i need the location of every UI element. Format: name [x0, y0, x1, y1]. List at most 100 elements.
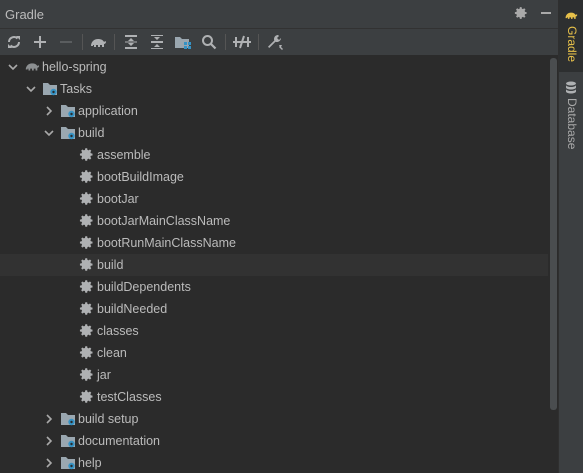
- task-row[interactable]: bootJarMainClassName: [0, 210, 548, 232]
- gear-icon: [79, 367, 95, 383]
- plus-icon: [34, 36, 46, 48]
- gear-icon: [79, 213, 95, 229]
- task-group-row[interactable]: documentation: [0, 430, 548, 452]
- tree-item-label: bootBuildImage: [97, 170, 184, 184]
- add-project-button[interactable]: [31, 33, 49, 51]
- gear-icon: [79, 301, 95, 317]
- gradle-tool-window: Gradle hello-spring Tasks application bu…: [0, 0, 558, 473]
- chevron-down-icon[interactable]: [43, 127, 55, 139]
- task-group-row[interactable]: application: [0, 100, 548, 122]
- tree-item-label: help: [78, 456, 102, 470]
- toolbar-separator: [114, 34, 115, 50]
- vertical-scrollbar-thumb[interactable]: [550, 58, 557, 410]
- tree-item-label: build: [97, 258, 124, 272]
- group-modules-button[interactable]: [174, 33, 192, 51]
- offline-icon: [233, 35, 251, 49]
- task-group-row[interactable]: Tasks: [0, 78, 548, 100]
- folder-icon: [60, 125, 76, 141]
- search-icon: [202, 35, 217, 50]
- elephant-icon: [565, 12, 578, 19]
- toolbar-separator: [225, 34, 226, 50]
- task-row[interactable]: testClasses: [0, 386, 548, 408]
- tree-item-label: bootJar: [97, 192, 139, 206]
- refresh-icon: [8, 36, 20, 48]
- tool-window-header: Gradle: [0, 0, 558, 29]
- tree-item-label: build setup: [78, 412, 139, 426]
- remove-project-button[interactable]: [57, 33, 75, 51]
- task-row[interactable]: jar: [0, 364, 548, 386]
- chevron-right-icon[interactable]: [43, 457, 55, 469]
- gear-icon: [79, 345, 95, 361]
- folder-icon: [60, 411, 76, 427]
- wrench-icon: [268, 35, 283, 50]
- database-icon: [566, 81, 576, 94]
- tree-item-label: application: [78, 104, 138, 118]
- toolbar-separator: [82, 34, 83, 50]
- task-row[interactable]: build: [0, 254, 548, 276]
- gear-icon: [79, 169, 95, 185]
- elephant-icon: [24, 59, 40, 75]
- folder-icon: [60, 455, 76, 471]
- tree-item-label: buildDependents: [97, 280, 191, 294]
- tree-item-label: hello-spring: [42, 60, 107, 74]
- side-tab-label: Database: [565, 98, 579, 150]
- reload-all-button[interactable]: [5, 33, 23, 51]
- tree-item-label: build: [78, 126, 105, 140]
- project-row[interactable]: hello-spring: [0, 56, 548, 78]
- minimize-icon[interactable]: [538, 6, 554, 22]
- task-row[interactable]: bootRunMainClassName: [0, 232, 548, 254]
- elephant-icon: [91, 39, 106, 47]
- gear-icon: [79, 191, 95, 207]
- task-row[interactable]: buildNeeded: [0, 298, 548, 320]
- tree-item-label: bootRunMainClassName: [97, 236, 236, 250]
- gear-icon: [79, 279, 95, 295]
- gear-icon: [79, 389, 95, 405]
- expand-all-icon: [125, 35, 137, 49]
- task-group-row[interactable]: build: [0, 122, 548, 144]
- folder-icon: [42, 81, 58, 97]
- chevron-down-icon[interactable]: [7, 61, 19, 73]
- collapse-all-icon: [151, 35, 163, 49]
- side-tab-gradle[interactable]: Gradle: [559, 0, 583, 72]
- build-tool-settings-button[interactable]: [266, 33, 284, 51]
- tree-item-label: bootJarMainClassName: [97, 214, 231, 228]
- task-row[interactable]: bootBuildImage: [0, 166, 548, 188]
- gear-icon: [79, 235, 95, 251]
- tool-window-title: Gradle: [5, 7, 45, 22]
- chevron-right-icon[interactable]: [43, 105, 55, 117]
- gear-icon[interactable]: [513, 6, 529, 22]
- gradle-toolbar: [0, 29, 558, 56]
- gear-icon: [79, 257, 95, 273]
- folder-icon: [60, 103, 76, 119]
- chevron-right-icon[interactable]: [43, 435, 55, 447]
- task-row[interactable]: buildDependents: [0, 276, 548, 298]
- task-row[interactable]: classes: [0, 320, 548, 342]
- tree-item-label: testClasses: [97, 390, 162, 404]
- toolbar-separator: [258, 34, 259, 50]
- side-tab-label: Gradle: [565, 26, 579, 63]
- tree-item-label: jar: [97, 368, 111, 382]
- gradle-tree: hello-spring Tasks application build assembl…: [0, 56, 558, 473]
- gear-icon: [79, 323, 95, 339]
- gear-icon: [79, 147, 95, 163]
- folder-icon: [60, 433, 76, 449]
- collapse-all-button[interactable]: [148, 33, 166, 51]
- task-row[interactable]: bootJar: [0, 188, 548, 210]
- tree-item-label: documentation: [78, 434, 161, 448]
- execute-task-button[interactable]: [89, 33, 107, 51]
- tree-item-label: buildNeeded: [97, 302, 168, 316]
- chevron-right-icon[interactable]: [43, 413, 55, 425]
- toggle-offline-button[interactable]: [233, 33, 251, 51]
- tree-item-label: classes: [97, 324, 139, 338]
- task-row[interactable]: clean: [0, 342, 548, 364]
- right-tool-stripe: Gradle Database: [558, 0, 583, 473]
- side-tab-database[interactable]: Database: [559, 74, 583, 154]
- search-button[interactable]: [200, 33, 218, 51]
- minus-icon: [60, 41, 72, 43]
- task-group-row[interactable]: help: [0, 452, 548, 473]
- chevron-down-icon[interactable]: [25, 83, 37, 95]
- task-row[interactable]: assemble: [0, 144, 548, 166]
- tree-item-label: assemble: [97, 148, 151, 162]
- task-group-row[interactable]: build setup: [0, 408, 548, 430]
- expand-all-button[interactable]: [122, 33, 140, 51]
